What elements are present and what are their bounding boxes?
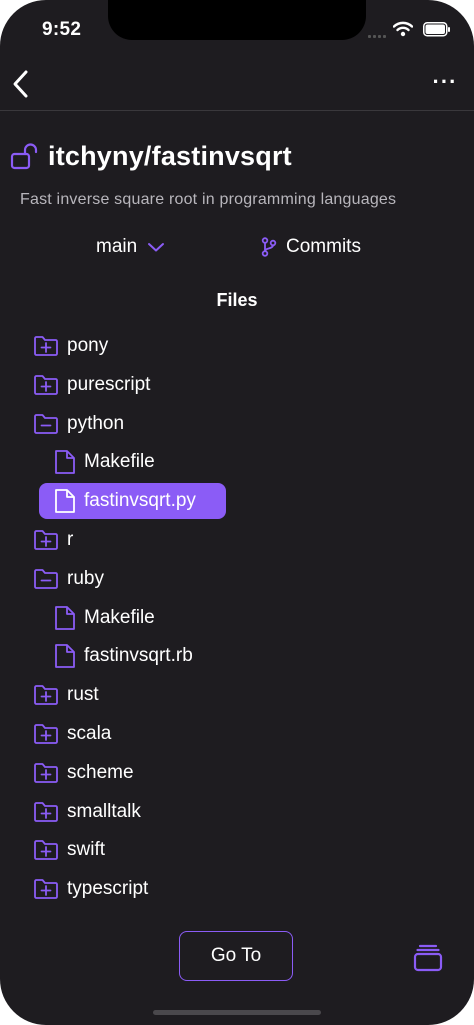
folder-minus-icon — [34, 413, 58, 434]
folder-name: pony — [67, 335, 109, 356]
folder-row[interactable]: ruby — [33, 561, 104, 597]
chevron-down-icon — [148, 243, 165, 252]
branch-label: main — [96, 236, 138, 257]
folder-name: typescript — [67, 878, 149, 900]
chevron-left-icon[interactable] — [6, 66, 36, 102]
file-name: Makefile — [84, 606, 155, 628]
branch-selector[interactable]: main — [96, 236, 165, 258]
folder-plus-icon — [34, 879, 58, 900]
git-branch-icon — [261, 237, 277, 257]
folder-plus-icon — [34, 762, 58, 783]
file-icon — [55, 489, 75, 514]
folder-row[interactable]: pony — [33, 328, 108, 364]
commits-label: Commits — [286, 236, 361, 257]
folder-plus-icon — [34, 374, 58, 395]
folder-plus-icon — [34, 724, 58, 744]
notch — [108, 0, 366, 40]
file-name: Makefile — [84, 451, 155, 473]
folder-row[interactable]: swift — [33, 832, 105, 868]
folder-plus-icon — [34, 685, 58, 706]
file-row[interactable]: fastinvsqrt.py — [39, 483, 226, 520]
phone-screen: 9:52 ··· itchyny/fastinvsqrt Fast invers… — [0, 0, 474, 1025]
folder-row[interactable]: purescript — [33, 367, 150, 403]
folder-name: smalltalk — [67, 800, 141, 822]
file-icon — [55, 605, 75, 630]
folder-name: python — [67, 412, 125, 434]
more-options-button[interactable]: ··· — [428, 71, 462, 96]
folder-row[interactable]: r — [33, 522, 73, 558]
folder-name: scala — [67, 723, 112, 744]
file-icon — [55, 450, 75, 475]
repo-title: itchyny/fastinvsqrt — [48, 140, 292, 171]
file-row[interactable]: fastinvsqrt.rb — [54, 638, 193, 674]
folder-plus-icon — [34, 840, 58, 861]
folder-row[interactable]: typescript — [33, 871, 148, 907]
commits-button[interactable]: Commits — [260, 236, 361, 258]
stack-icon[interactable] — [412, 942, 444, 972]
file-name: fastinvsqrt.py — [84, 490, 196, 512]
file-row[interactable]: Makefile — [54, 444, 155, 480]
folder-name: purescript — [67, 373, 151, 395]
wifi-icon — [393, 21, 413, 37]
status-time: 9:52 — [42, 19, 82, 40]
folder-name: r — [67, 529, 74, 550]
folder-row[interactable]: python — [33, 406, 124, 442]
navigation-bar: ··· — [0, 58, 474, 111]
folder-row[interactable]: smalltalk — [33, 794, 141, 830]
battery-icon — [423, 22, 450, 37]
folder-row[interactable]: scala — [33, 716, 111, 752]
folder-plus-icon — [34, 336, 58, 356]
unlock-icon — [10, 143, 38, 170]
folder-name: ruby — [67, 567, 104, 589]
file-row[interactable]: Makefile — [54, 600, 155, 636]
folder-name: scheme — [67, 761, 134, 783]
repo-header: itchyny/fastinvsqrt — [10, 138, 292, 174]
home-indicator — [153, 1010, 321, 1015]
file-icon — [55, 644, 75, 669]
folder-minus-icon — [34, 568, 58, 589]
repo-description: Fast inverse square root in programming … — [20, 191, 397, 208]
go-to-button[interactable]: Go To — [179, 931, 293, 981]
file-name: fastinvsqrt.rb — [84, 645, 193, 667]
folder-name: swift — [67, 839, 105, 861]
cellular-signal-icon — [368, 32, 388, 38]
files-heading: Files — [216, 290, 258, 310]
folder-plus-icon — [34, 530, 58, 550]
folder-row[interactable]: scheme — [33, 755, 134, 791]
folder-name: rust — [67, 684, 99, 706]
folder-row[interactable]: rust — [33, 677, 99, 713]
folder-plus-icon — [34, 801, 58, 822]
